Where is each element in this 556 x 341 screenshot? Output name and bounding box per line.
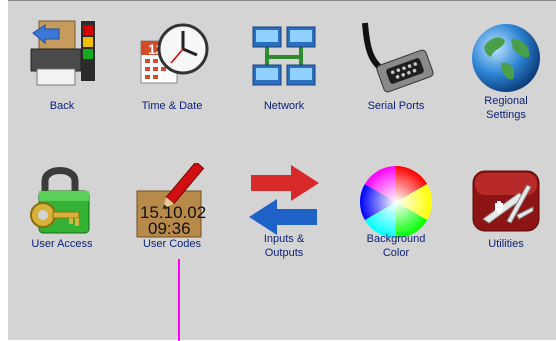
user-access-label: User Access (31, 238, 93, 250)
user-codes-label: User Codes (142, 238, 202, 250)
globe-icon (472, 24, 540, 92)
background-color-label: Background Color (350, 232, 442, 260)
inputs-outputs-label-line: Inputs & Outputs (263, 233, 305, 259)
calendar-clock-icon: 12 (140, 23, 209, 84)
inputs-outputs-button[interactable]: Inputs & Outputs (238, 149, 330, 275)
back-label: Back (49, 100, 75, 112)
serial-cable-icon (362, 22, 434, 93)
arrows-icon (249, 165, 319, 235)
regional-settings-label: Regional Settings (460, 94, 552, 122)
network-label: Network (263, 100, 305, 112)
serial-ports-label: Serial Ports (367, 100, 425, 112)
printer-back-icon (30, 20, 95, 86)
user-codes-button[interactable]: 15.10.02 09:36 User Codes (126, 149, 218, 275)
pointer-indicator (178, 259, 180, 341)
network-button[interactable]: Network (238, 5, 330, 131)
user-access-button[interactable]: User Access (16, 149, 108, 275)
user-codes-line2: 09:36 (148, 219, 191, 238)
background-color-button[interactable]: Background Color (350, 149, 442, 275)
swiss-knife-icon (472, 170, 540, 232)
back-button[interactable]: Back (16, 5, 108, 131)
settings-panel: Back 12 Time & Date Network Serial Ports… (8, 0, 556, 341)
utilities-button[interactable]: Utilities (460, 149, 552, 275)
inputs-outputs-label: Inputs & Outputs (238, 232, 330, 260)
time-date-button[interactable]: 12 Time & Date (126, 5, 218, 131)
user-codes-icon: 15.10.02 09:36 (136, 163, 206, 238)
time-date-label: Time & Date (141, 100, 203, 112)
regional-settings-label-line: Regional Settings (484, 95, 528, 121)
padlock-key-icon (30, 167, 90, 234)
network-icon (252, 26, 316, 86)
regional-settings-button[interactable]: Regional Settings (460, 5, 552, 131)
background-color-label-line: Background Color (366, 233, 426, 259)
utilities-label: Utilities (488, 238, 524, 250)
color-wheel-icon (359, 166, 433, 239)
serial-ports-button[interactable]: Serial Ports (350, 5, 442, 131)
